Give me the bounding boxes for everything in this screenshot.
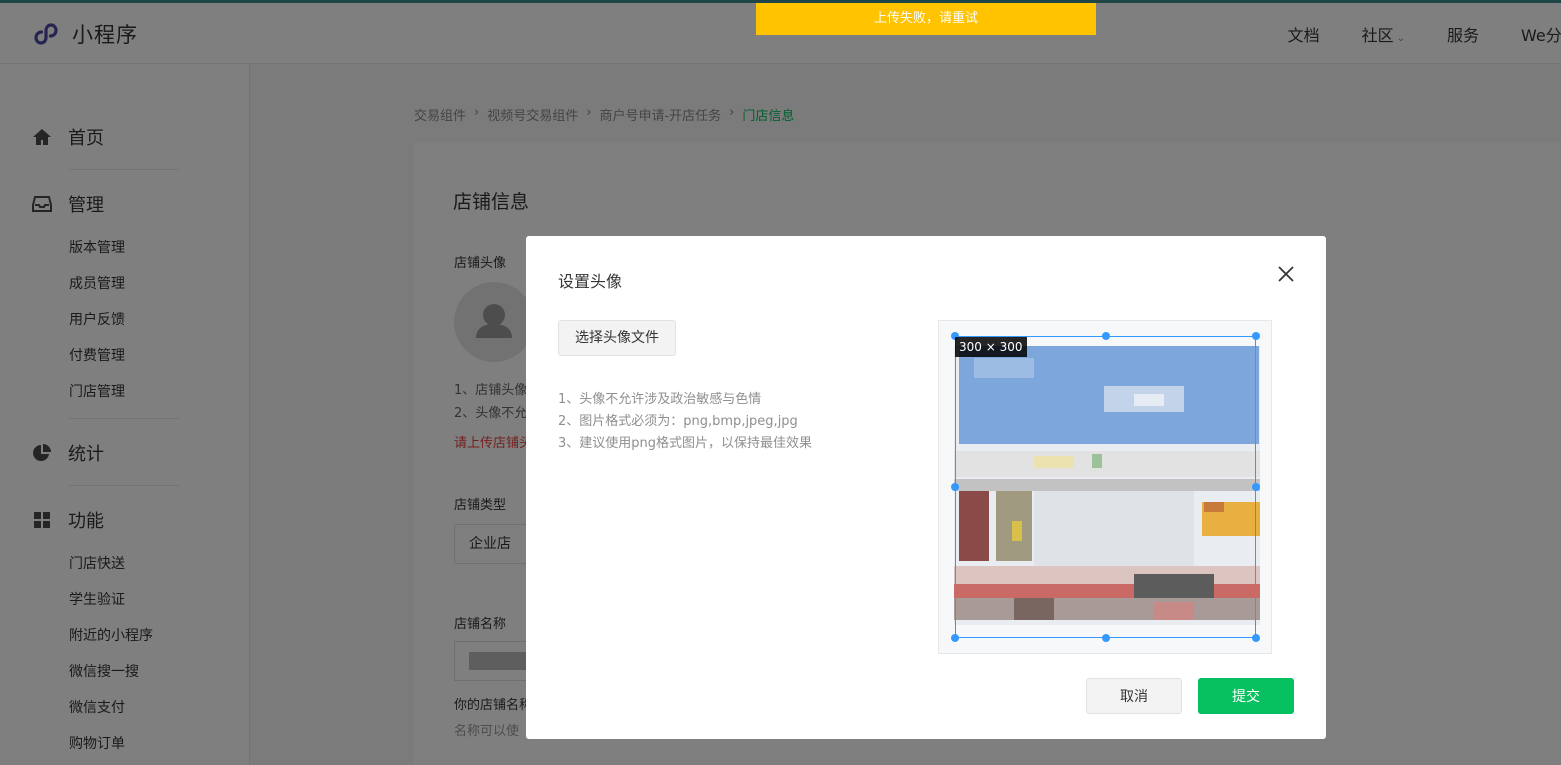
resize-handle[interactable]: [1252, 634, 1260, 642]
resize-handle[interactable]: [1252, 332, 1260, 340]
resize-handle[interactable]: [951, 634, 959, 642]
upload-error-toast: 上传失败，请重试: [756, 3, 1096, 35]
dialog-title: 设置头像: [558, 272, 623, 291]
close-icon[interactable]: [1276, 264, 1296, 284]
resize-handle[interactable]: [1252, 483, 1260, 491]
tip-item: 1、头像不允许涉及政治敏感与色情: [558, 392, 762, 407]
resize-handle[interactable]: [1102, 332, 1110, 340]
tip-item: 2、图片格式必须为：png,bmp,jpeg,jpg: [558, 414, 798, 429]
image-crop-area[interactable]: 300 × 300: [938, 320, 1272, 654]
avatar-tips: 1、头像不允许涉及政治敏感与色情 2、图片格式必须为：png,bmp,jpeg,…: [558, 389, 812, 455]
submit-button[interactable]: 提交: [1198, 678, 1294, 714]
crop-selection-frame[interactable]: [955, 336, 1256, 638]
choose-avatar-file-button[interactable]: 选择头像文件: [558, 320, 676, 356]
set-avatar-dialog: 设置头像 选择头像文件 1、头像不允许涉及政治敏感与色情 2、图片格式必须为：p…: [526, 236, 1326, 739]
resize-handle[interactable]: [1102, 634, 1110, 642]
cancel-button[interactable]: 取消: [1086, 678, 1182, 714]
crop-size-label: 300 × 300: [955, 337, 1027, 357]
tip-item: 3、建议使用png格式图片，以保持最佳效果: [558, 436, 813, 451]
resize-handle[interactable]: [951, 483, 959, 491]
